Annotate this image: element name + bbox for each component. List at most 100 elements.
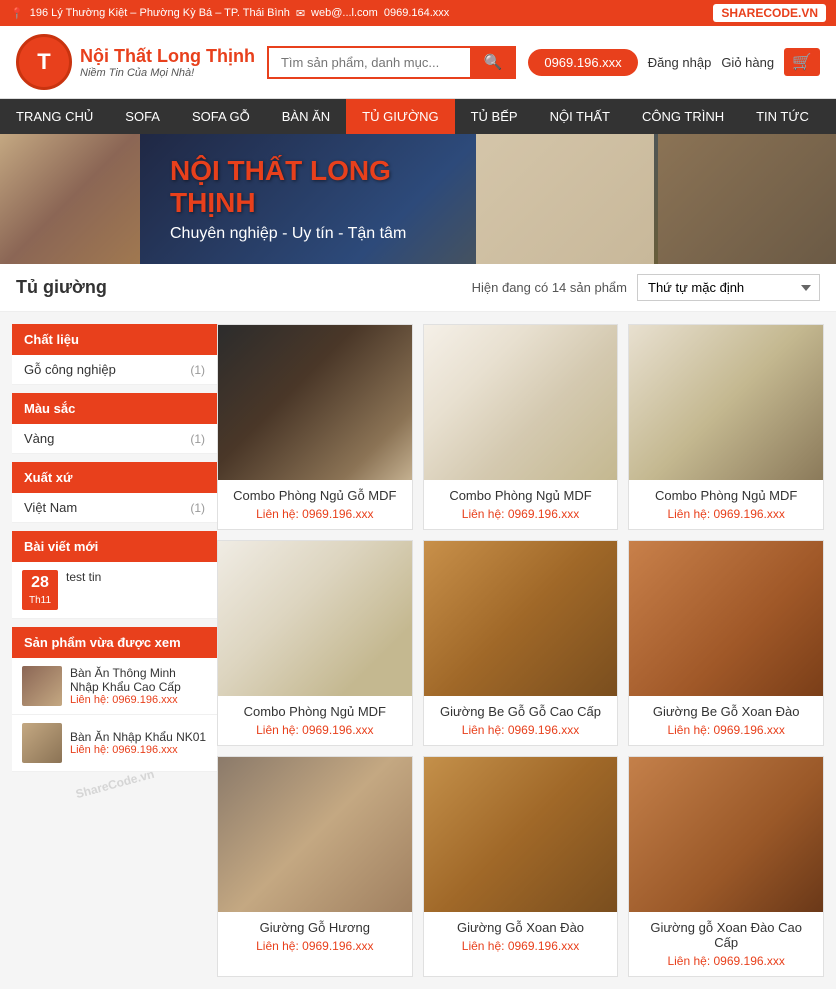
logo-area: T Nội Thất Long Thịnh Niềm Tin Của Mọi N… bbox=[16, 34, 255, 90]
nav-item-nội-thất[interactable]: NỘI THẤT bbox=[534, 99, 626, 134]
search-button[interactable]: 🔍 bbox=[470, 46, 517, 79]
count-text: Hiện đang có 14 sản phẩm bbox=[472, 280, 627, 295]
nav-item-công-trình[interactable]: CÔNG TRÌNH bbox=[626, 99, 740, 134]
product-price: Liên hệ: 0969.196.xxx bbox=[228, 723, 402, 737]
recent-price: Liên hệ: 0969.196.xxx bbox=[70, 694, 207, 706]
sort-select[interactable]: Thứ tự mặc địnhTheo giá: Thấp đến CaoThe… bbox=[637, 274, 820, 301]
blog-title[interactable]: test tin bbox=[66, 570, 101, 584]
search-input[interactable] bbox=[267, 46, 470, 79]
top-bar-left: 📍 196 Lý Thường Kiệt – Phường Kỳ Bá – TP… bbox=[10, 7, 449, 20]
email-icon: ✉ bbox=[296, 7, 305, 20]
sidebar-blog: Bài viết mới 28 Th11 test tin bbox=[12, 531, 217, 619]
sharecode-badge: SHARECODE.VN bbox=[713, 4, 826, 22]
product-price: Liên hệ: 0969.196.xxx bbox=[639, 723, 813, 737]
login-link[interactable]: Đăng nhập bbox=[648, 55, 712, 70]
product-price: Liên hệ: 0969.196.xxx bbox=[639, 954, 813, 968]
product-card[interactable]: Giường Gỗ Xoan Đào Liên hệ: 0969.196.xxx bbox=[423, 756, 619, 977]
product-image bbox=[424, 757, 618, 912]
banner-main-title: NỘI THẤT LONG THỊNH bbox=[170, 155, 446, 219]
chat-lieu-item[interactable]: Gỗ công nghiệp(1) bbox=[12, 355, 217, 385]
mau-sac-item[interactable]: Vàng(1) bbox=[12, 424, 217, 454]
sidebar-chat-lieu: Chất liệuGỗ công nghiệp(1) bbox=[12, 324, 217, 385]
phone-text: 0969.164.xxx bbox=[384, 7, 449, 19]
product-card[interactable]: Giường Be Gỗ Xoan Đào Liên hệ: 0969.196.… bbox=[628, 540, 824, 746]
product-image bbox=[218, 757, 412, 912]
product-image-wrap bbox=[424, 757, 618, 912]
navigation: TRANG CHỦSOFASOFA GỖBÀN ĂNTỦ GIƯỜNGTỦ BẾ… bbox=[0, 99, 836, 134]
recent-thumb bbox=[22, 723, 62, 763]
recent-name[interactable]: Bàn Ăn Nhập Khẩu NK01 bbox=[70, 730, 206, 744]
nav-item-sofa[interactable]: SOFA bbox=[109, 99, 176, 134]
product-name: Combo Phòng Ngủ MDF bbox=[228, 704, 402, 719]
recent-info: Bàn Ăn Thông Minh Nhập Khẩu Cao Cấp Liên… bbox=[70, 666, 207, 706]
product-name: Giường Gỗ Xoan Đào bbox=[434, 920, 608, 935]
page-title: Tủ giường bbox=[16, 277, 107, 298]
phone-button[interactable]: 0969.196.xxx bbox=[528, 49, 637, 76]
recent-item[interactable]: Bàn Ăn Nhập Khẩu NK01 Liên hệ: 0969.196.… bbox=[12, 715, 217, 772]
nav-item-tủ-bếp[interactable]: TỦ BẾP bbox=[455, 99, 534, 134]
product-info: Giường Be Gỗ Gỗ Cao Cấp Liên hệ: 0969.19… bbox=[424, 696, 618, 745]
search-area: 🔍 bbox=[267, 46, 516, 79]
nav-item-tủ-giường[interactable]: TỦ GIƯỜNG bbox=[346, 99, 454, 134]
product-image-wrap bbox=[424, 541, 618, 696]
blog-day: 28 bbox=[26, 573, 54, 594]
product-info: Giường Gỗ Hương Liên hệ: 0969.196.xxx bbox=[218, 912, 412, 961]
email-text: web@...l.com bbox=[311, 7, 378, 19]
logo-circle[interactable]: T bbox=[16, 34, 72, 90]
logo-text: Nội Thất Long Thịnh Niềm Tin Của Mọi Nhà… bbox=[80, 46, 255, 79]
product-name: Giường Gỗ Hương bbox=[228, 920, 402, 935]
recent-header: Sản phẩm vừa được xem bbox=[12, 627, 217, 658]
product-info: Giường Gỗ Xoan Đào Liên hệ: 0969.196.xxx bbox=[424, 912, 618, 961]
main-container: Chất liệuGỗ công nghiệp(1)Màu sắcVàng(1)… bbox=[0, 312, 836, 989]
brand-name: Nội Thất Long Thịnh bbox=[80, 46, 255, 67]
product-image bbox=[629, 541, 823, 696]
product-name: Combo Phòng Ngủ Gỗ MDF bbox=[228, 488, 402, 503]
product-card[interactable]: Giường Gỗ Hương Liên hệ: 0969.196.xxx bbox=[217, 756, 413, 977]
product-image bbox=[629, 325, 823, 480]
product-info: Giường gỗ Xoan Đào Cao Cấp Liên hệ: 0969… bbox=[629, 912, 823, 976]
xuat-xu-header: Xuất xứ bbox=[12, 462, 217, 493]
product-image bbox=[424, 541, 618, 696]
product-card[interactable]: Combo Phòng Ngủ Gỗ MDF Liên hệ: 0969.196… bbox=[217, 324, 413, 530]
location-icon: 📍 bbox=[10, 7, 24, 20]
top-bar-right: SHARECODE.VN bbox=[713, 4, 826, 22]
nav-item-tin-tức[interactable]: TIN TỨC bbox=[740, 99, 825, 134]
product-card[interactable]: Combo Phòng Ngủ MDF Liên hệ: 0969.196.xx… bbox=[628, 324, 824, 530]
product-card[interactable]: Combo Phòng Ngủ MDF Liên hệ: 0969.196.xx… bbox=[423, 324, 619, 530]
product-card[interactable]: Combo Phòng Ngủ MDF Liên hệ: 0969.196.xx… bbox=[217, 540, 413, 746]
product-card[interactable]: Giường Be Gỗ Gỗ Cao Cấp Liên hệ: 0969.19… bbox=[423, 540, 619, 746]
breadcrumb-row: Tủ giường Hiện đang có 14 sản phẩm Thứ t… bbox=[0, 264, 836, 312]
banner-image-right bbox=[476, 134, 836, 264]
product-info: Giường Be Gỗ Xoan Đào Liên hệ: 0969.196.… bbox=[629, 696, 823, 745]
item-label: Việt Nam bbox=[24, 500, 77, 515]
product-info: Combo Phòng Ngủ MDF Liên hệ: 0969.196.xx… bbox=[218, 696, 412, 745]
nav-item-trang-chủ[interactable]: TRANG CHỦ bbox=[0, 99, 109, 134]
brand-slogan: Niềm Tin Của Mọi Nhà! bbox=[80, 67, 255, 79]
cart-link[interactable]: Giỏ hàng bbox=[721, 55, 774, 70]
recent-thumb bbox=[22, 666, 62, 706]
item-count: (1) bbox=[190, 432, 205, 446]
nav-item-liên-hệ[interactable]: LIÊN HỆ bbox=[825, 99, 836, 134]
nav-item-sofa-gỗ[interactable]: SOFA GỖ bbox=[176, 99, 266, 134]
cart-icon[interactable]: 🛒 bbox=[784, 48, 820, 76]
product-image-wrap bbox=[218, 325, 412, 480]
product-card[interactable]: Giường gỗ Xoan Đào Cao Cấp Liên hệ: 0969… bbox=[628, 756, 824, 977]
blog-item[interactable]: 28 Th11 test tin bbox=[12, 562, 217, 619]
header: T Nội Thất Long Thịnh Niềm Tin Của Mọi N… bbox=[0, 26, 836, 99]
recent-item[interactable]: Bàn Ăn Thông Minh Nhập Khẩu Cao Cấp Liên… bbox=[12, 658, 217, 715]
header-right: 0969.196.xxx Đăng nhập Giỏ hàng 🛒 bbox=[528, 48, 820, 76]
recent-name[interactable]: Bàn Ăn Thông Minh Nhập Khẩu Cao Cấp bbox=[70, 666, 207, 694]
xuat-xu-item[interactable]: Việt Nam (1) bbox=[12, 493, 217, 523]
product-price: Liên hệ: 0969.196.xxx bbox=[434, 723, 608, 737]
product-image bbox=[218, 541, 412, 696]
nav-item-bàn-ăn[interactable]: BÀN ĂN bbox=[266, 99, 346, 134]
filter-area: Hiện đang có 14 sản phẩm Thứ tự mặc định… bbox=[472, 274, 820, 301]
product-image-wrap bbox=[218, 541, 412, 696]
product-info: Combo Phòng Ngủ Gỗ MDF Liên hệ: 0969.196… bbox=[218, 480, 412, 529]
product-grid: Combo Phòng Ngủ Gỗ MDF Liên hệ: 0969.196… bbox=[217, 324, 824, 977]
product-name: Giường Be Gỗ Xoan Đào bbox=[639, 704, 813, 719]
item-count: (1) bbox=[190, 501, 205, 515]
blog-date: 28 Th11 bbox=[22, 570, 58, 610]
top-bar: 📍 196 Lý Thường Kiệt – Phường Kỳ Bá – TP… bbox=[0, 0, 836, 26]
product-image-wrap bbox=[218, 757, 412, 912]
